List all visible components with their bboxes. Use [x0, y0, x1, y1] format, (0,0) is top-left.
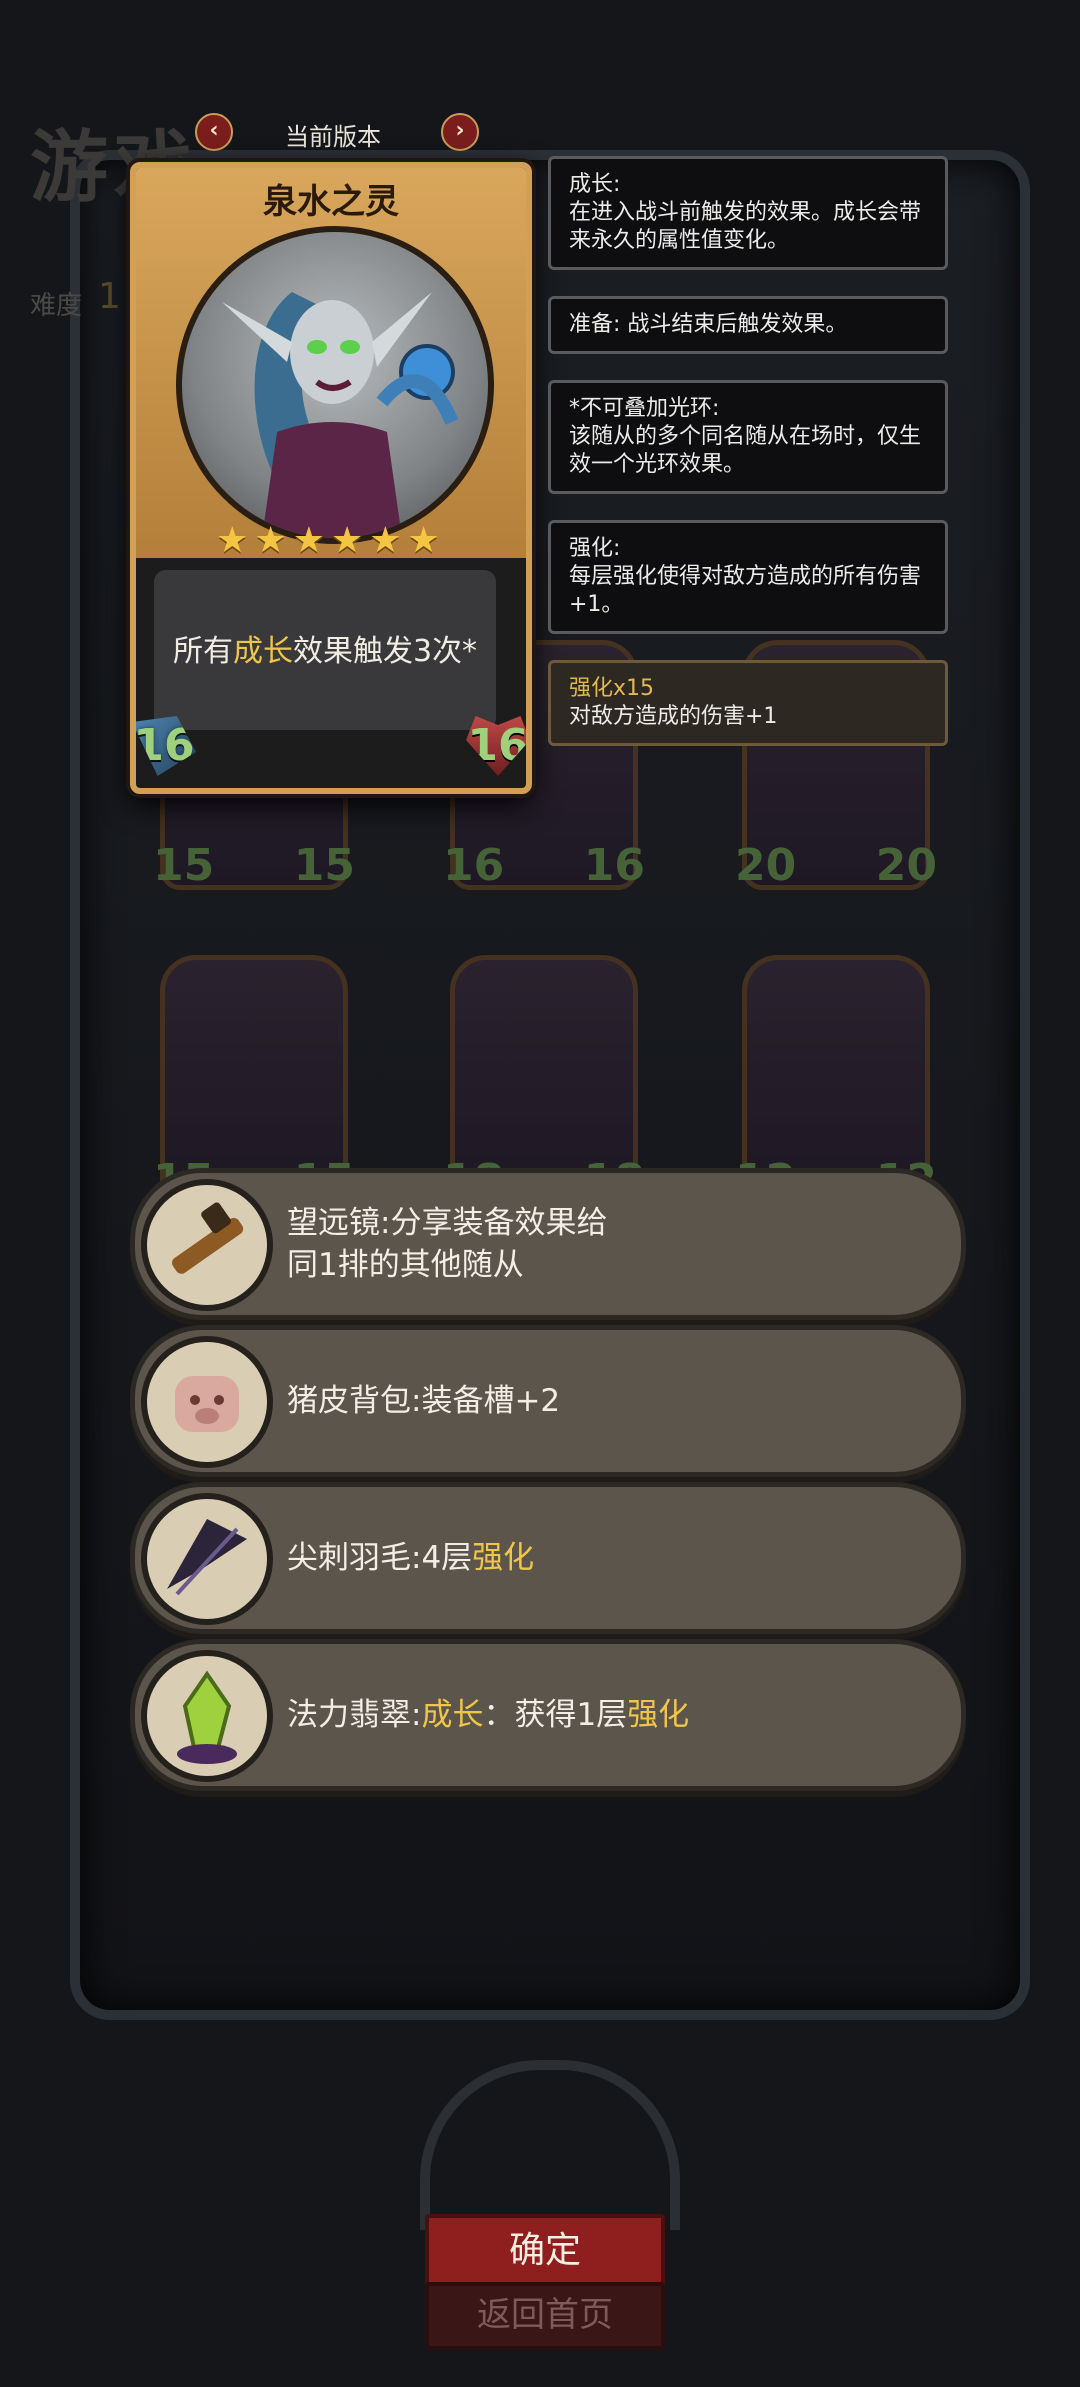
- back-home-button[interactable]: 返回首页: [425, 2282, 665, 2350]
- roster-attack: 15: [153, 840, 215, 891]
- tooltip-aura: *不可叠加光环: 该随从的多个同名随从在场时，仅生效一个光环效果。: [548, 380, 948, 494]
- telescope-icon: [141, 1179, 273, 1311]
- tooltip-growth: 成长: 在进入战斗前触发的效果。成长会带来永久的属性值变化。: [548, 156, 948, 270]
- difficulty-label: 难度: [30, 291, 83, 321]
- version-selector: ‹ 当前版本 ›: [195, 113, 479, 153]
- prev-version-button[interactable]: ‹: [195, 113, 233, 151]
- health-stat: 16: [466, 716, 526, 776]
- equipment-item-telescope[interactable]: 望远镜:分享装备效果给 同1排的其他随从: [130, 1168, 966, 1320]
- unit-portrait: [176, 226, 494, 544]
- roster-health: 16: [583, 840, 645, 891]
- roster-health: 15: [293, 840, 355, 891]
- equipment-item-spiked-feather[interactable]: 尖刺羽毛:4层 强化: [130, 1482, 966, 1634]
- version-label: 当前版本: [285, 123, 381, 151]
- unit-name: 泉水之灵: [263, 182, 399, 222]
- decorative-arch: [420, 2060, 680, 2230]
- roster-attack: 20: [735, 840, 797, 891]
- star-rating: ★★★★★★: [216, 520, 446, 561]
- tooltip-prepare: 准备: 战斗结束后触发效果。: [548, 296, 948, 354]
- mana-emerald-icon: [141, 1650, 273, 1782]
- pig-backpack-icon: [141, 1336, 273, 1468]
- confirm-button[interactable]: 确定: [425, 2214, 665, 2290]
- unit-card[interactable]: 泉水之灵 ★★★★★★ 所有成长效果触发3次* 16 16: [130, 162, 532, 794]
- card-description-box: 所有成长效果触发3次*: [154, 570, 496, 730]
- next-version-button[interactable]: ›: [441, 113, 479, 151]
- tooltip-empower: 强化: 每层强化使得对敌方造成的所有伤害+1。: [548, 520, 948, 634]
- roster-attack: 16: [443, 840, 505, 891]
- keyword-growth: 成长: [232, 634, 293, 669]
- spirit-portrait-icon: [222, 292, 459, 538]
- spiked-feather-icon: [141, 1493, 273, 1625]
- roster-health: 20: [875, 840, 937, 891]
- equipment-text: 猪皮背包:装备槽+2: [287, 1383, 561, 1419]
- tooltip-empower-stack: 强化x15 对敌方造成的伤害+1: [548, 660, 948, 746]
- difficulty-value: 1: [98, 276, 121, 317]
- equipment-text: 尖刺羽毛:4层 强化: [287, 1540, 535, 1576]
- equipment-item-pig-backpack[interactable]: 猪皮背包:装备槽+2: [130, 1325, 966, 1477]
- equipment-text: 法力翡翠: 成长 ：获得1层 强化: [287, 1697, 690, 1733]
- equipment-item-mana-emerald[interactable]: 法力翡翠: 成长 ：获得1层 强化: [130, 1639, 966, 1791]
- equipment-text: 望远镜:分享装备效果给 同1排的其他随从: [287, 1205, 608, 1283]
- card-description: 所有成长效果触发3次*: [172, 634, 478, 669]
